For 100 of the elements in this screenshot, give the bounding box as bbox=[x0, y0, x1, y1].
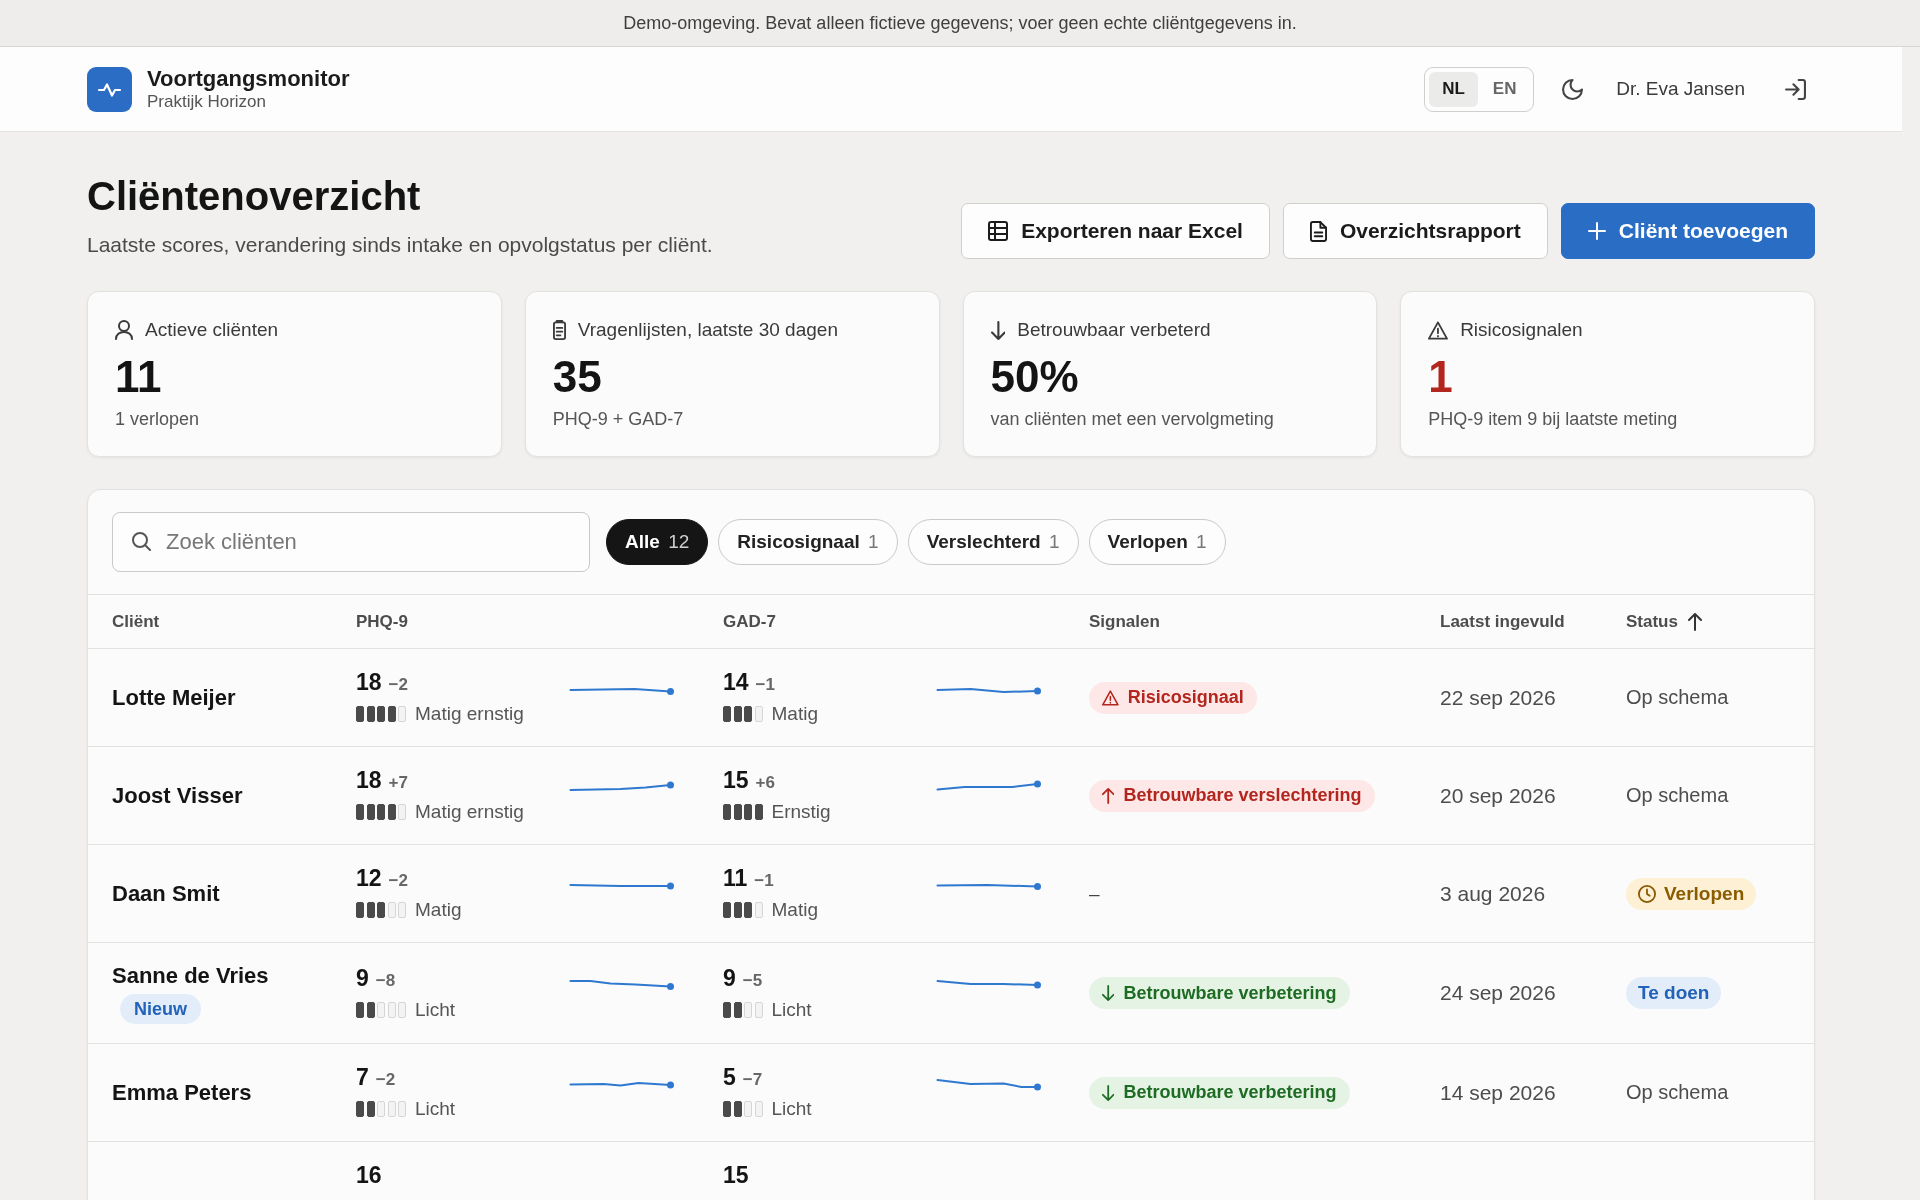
score-change: −1 bbox=[755, 675, 775, 695]
score-value: 16 bbox=[356, 1161, 382, 1189]
score-change: −1 bbox=[754, 871, 774, 891]
stat-note: 1 verlopen bbox=[115, 408, 201, 431]
score-value: 7 bbox=[356, 1063, 369, 1091]
person-icon bbox=[115, 320, 133, 340]
pulse-icon bbox=[87, 66, 132, 112]
stat-value: 11 bbox=[115, 351, 163, 403]
severity-label: Matig bbox=[771, 899, 818, 921]
search-field[interactable]: Zoek cliënten bbox=[112, 512, 590, 572]
stat-label: Actieve cliënten bbox=[145, 319, 279, 341]
score-value: 9 bbox=[356, 963, 369, 992]
clipboard-icon bbox=[552, 320, 566, 340]
column-header[interactable]: Cliënt bbox=[112, 611, 356, 632]
stat-label: Vragenlijsten, laatste 30 dagen bbox=[577, 319, 838, 341]
column-header[interactable]: Laatst ingevuld bbox=[1440, 611, 1626, 632]
logout-icon[interactable] bbox=[1784, 78, 1806, 100]
client-name: Daan Smit bbox=[112, 879, 220, 908]
client-name: Joost Visser bbox=[112, 781, 243, 810]
column-header[interactable]: Signalen bbox=[1089, 611, 1440, 632]
score-change: −2 bbox=[388, 871, 408, 891]
severity-label: Licht bbox=[415, 1098, 456, 1120]
severity-label: Licht bbox=[771, 1098, 812, 1120]
table-icon bbox=[988, 221, 1009, 241]
arrow-down-icon bbox=[1102, 1084, 1115, 1101]
status-text: Op schema bbox=[1626, 784, 1729, 806]
score-value: 9 bbox=[723, 963, 736, 992]
stat-value: 50% bbox=[990, 351, 1080, 403]
report-button[interactable]: Overzichtsrapport bbox=[1282, 203, 1548, 259]
last-completed-date: 24 sep 2026 bbox=[1440, 981, 1556, 1004]
column-header[interactable]: PHQ-9 bbox=[356, 611, 723, 632]
score-change: −2 bbox=[375, 1070, 396, 1090]
language-option[interactable]: EN bbox=[1480, 71, 1530, 107]
status-text: Op schema bbox=[1626, 1081, 1729, 1103]
practice-name: Praktijk Horizon bbox=[147, 92, 268, 112]
filter-chip[interactable]: Alle 12 bbox=[606, 519, 709, 565]
score-change: +7 bbox=[388, 773, 408, 793]
score-value: 15 bbox=[723, 1161, 749, 1189]
arrow-up-icon bbox=[1687, 612, 1702, 631]
score-change: −2 bbox=[388, 675, 408, 695]
filter-chip[interactable]: Verslechterd 1 bbox=[907, 519, 1079, 565]
score-value: 18 bbox=[356, 766, 382, 794]
add-client-button[interactable]: Cliënt toevoegen bbox=[1560, 203, 1815, 259]
language-option[interactable]: NL bbox=[1429, 71, 1479, 107]
signal-label: Betrouwbare verbetering bbox=[1123, 1082, 1337, 1103]
stat-value: 1 bbox=[1428, 351, 1454, 403]
moon-icon[interactable] bbox=[1561, 78, 1583, 100]
column-header[interactable]: Status bbox=[1626, 611, 1790, 632]
export-button[interactable]: Exporteren naar Excel bbox=[961, 203, 1270, 259]
last-completed-date: 3 aug 2026 bbox=[1440, 881, 1546, 905]
status-text: Op schema bbox=[1626, 686, 1729, 708]
client-name: Sanne de Vries bbox=[112, 962, 269, 990]
empty-value: – bbox=[1089, 882, 1100, 904]
page-subtitle: Laatste scores, verandering sinds intake en opvolgstatus per cliënt. bbox=[87, 232, 713, 258]
stat-note: PHQ-9 item 9 bij laatste meting bbox=[1428, 408, 1679, 431]
score-change: −5 bbox=[742, 970, 763, 991]
signal-label: Betrouwbare verbetering bbox=[1123, 982, 1337, 1004]
stat-label: Risicosignalen bbox=[1460, 319, 1583, 341]
warning-icon bbox=[1102, 689, 1119, 706]
client-name: Emma Peters bbox=[112, 1078, 252, 1107]
severity-label: Licht bbox=[415, 998, 456, 1021]
app-title: Voortgangsmonitor bbox=[147, 66, 350, 92]
search-icon bbox=[132, 532, 151, 551]
severity-label: Matig ernstig bbox=[415, 801, 524, 823]
signal-label: Betrouwbare verslechtering bbox=[1123, 785, 1362, 806]
score-value: 5 bbox=[723, 1063, 736, 1091]
user-name: Dr. Eva Jansen bbox=[1616, 78, 1745, 100]
arrow-down-icon bbox=[1102, 985, 1115, 1001]
last-completed-date: 22 sep 2026 bbox=[1440, 685, 1556, 709]
column-header[interactable]: GAD-7 bbox=[723, 611, 1089, 632]
score-change: −8 bbox=[375, 970, 396, 991]
client-name: Lotte Meijer bbox=[112, 683, 236, 712]
stat-label: Betrouwbaar verbeterd bbox=[1017, 319, 1211, 341]
arrow-up-icon bbox=[1102, 787, 1115, 804]
score-value: 15 bbox=[723, 766, 749, 794]
clock-icon bbox=[1638, 884, 1656, 903]
score-value: 14 bbox=[723, 668, 749, 696]
stat-note: PHQ-9 + GAD-7 bbox=[552, 408, 685, 431]
severity-label: Matig ernstig bbox=[415, 703, 524, 725]
status-badge: Te doen bbox=[1626, 977, 1722, 1009]
page-title: Cliëntenoverzicht bbox=[87, 173, 422, 220]
status-label: Verlopen bbox=[1664, 882, 1745, 905]
warning-icon bbox=[1428, 320, 1449, 340]
severity-label: Licht bbox=[771, 998, 812, 1021]
score-change: −7 bbox=[742, 1070, 763, 1090]
score-value: 12 bbox=[356, 864, 382, 892]
score-value: 11 bbox=[723, 864, 748, 892]
score-value: 18 bbox=[356, 668, 382, 696]
plus-icon bbox=[1587, 222, 1606, 240]
last-completed-date: 14 sep 2026 bbox=[1440, 1080, 1556, 1104]
stat-value: 35 bbox=[552, 351, 603, 403]
severity-label: Matig bbox=[415, 899, 462, 921]
severity-label: Matig bbox=[771, 703, 818, 725]
filter-chip[interactable]: Verlopen 1 bbox=[1088, 519, 1226, 565]
stat-note: van cliënten met een vervolgmeting bbox=[990, 408, 1275, 431]
new-badge: Nieuw bbox=[120, 994, 201, 1024]
filter-chip[interactable]: Risicosignaal 1 bbox=[718, 519, 898, 565]
score-change: +6 bbox=[755, 773, 775, 793]
last-completed-date: 20 sep 2026 bbox=[1440, 783, 1556, 807]
arrow-down-icon bbox=[990, 320, 1006, 340]
